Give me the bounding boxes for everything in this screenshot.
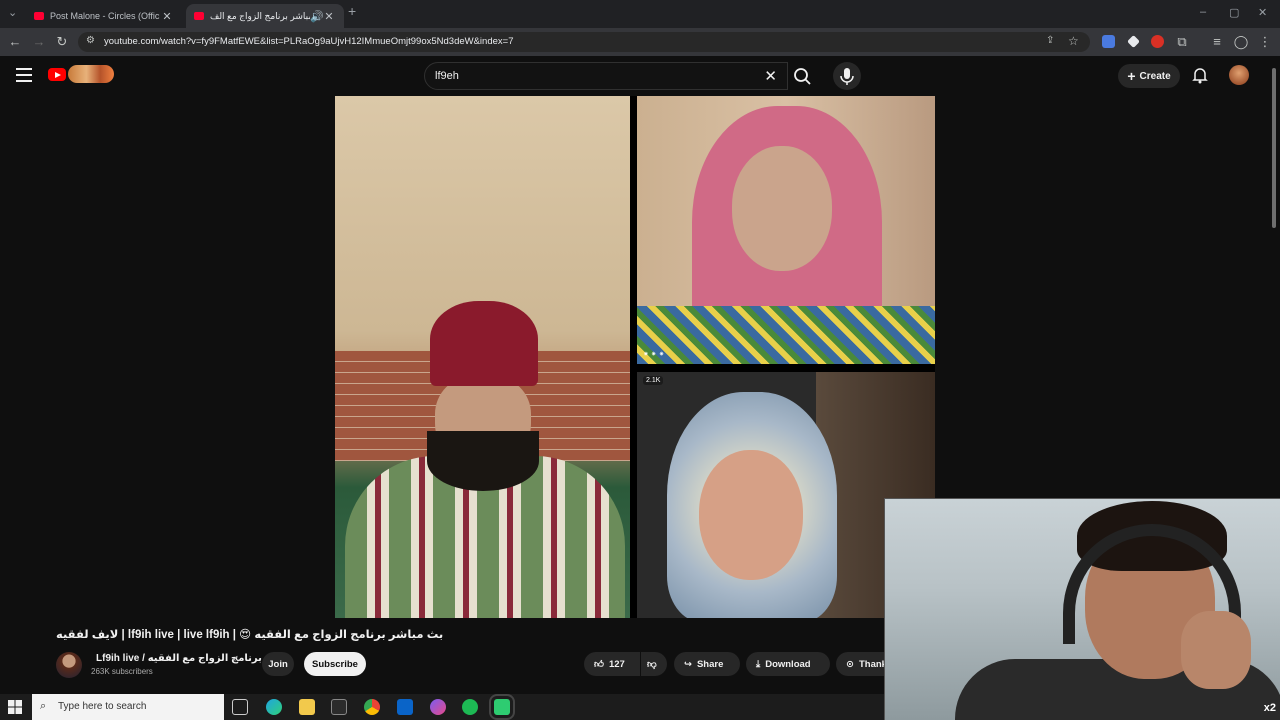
url-text[interactable]: youtube.com/watch?v=fy9FMatfEWE&list=PLR… [104, 36, 513, 47]
hamburger-menu-icon[interactable] [16, 68, 32, 82]
windows-start-icon[interactable] [8, 700, 22, 714]
minimize-window-button[interactable]: – [1200, 6, 1206, 18]
page-scrollbar[interactable] [1270, 60, 1278, 500]
taskbar-search-input[interactable]: ⌕ Type here to search [32, 694, 224, 720]
guest-handle-text: ‎⁕ ⁕ ⁕ [643, 351, 665, 358]
thumbs-up-icon: 👍︎ [594, 659, 604, 670]
browser-tab-post-malone[interactable]: Post Malone - Circles (Official M ✕ [26, 4, 182, 28]
thanks-label: Thank [858, 658, 884, 670]
active-app-icon[interactable] [489, 694, 515, 720]
translate-extension-icon[interactable] [1102, 35, 1115, 48]
guest-face [699, 450, 803, 580]
extensions-puzzle-icon[interactable]: ⧉ [1173, 33, 1191, 51]
spotify-icon[interactable] [462, 699, 478, 715]
host-fez-hat [430, 301, 538, 386]
search-icon [794, 68, 811, 85]
youtube-favicon-icon [194, 12, 204, 20]
video-panel-guest-top: ‎⁕ ⁕ ⁕ [637, 96, 935, 364]
create-label: Create [1139, 70, 1171, 82]
scrollbar-thumb[interactable] [1272, 68, 1276, 228]
video-panel-host [335, 96, 630, 618]
verified-badge-icon: ✔ [232, 654, 239, 663]
thumbs-down-icon: 👎︎ [647, 659, 657, 670]
forward-icon[interactable]: → [30, 33, 48, 51]
share-label: Share [696, 658, 724, 670]
youtube-logo-icon[interactable] [48, 68, 66, 81]
search-button[interactable] [788, 62, 816, 90]
close-window-button[interactable]: ✕ [1258, 6, 1267, 19]
file-explorer-icon[interactable] [299, 699, 315, 715]
media-control-icon[interactable]: ≡ [1208, 33, 1226, 51]
browser-toolbar: ← → ↻ ⚙ youtube.com/watch?v=fy9FMatfEWE&… [0, 28, 1280, 56]
windows-taskbar: ⌕ Type here to search [0, 694, 884, 720]
store-icon[interactable] [331, 699, 347, 715]
outlook-icon[interactable] [397, 699, 413, 715]
audio-playing-icon[interactable]: 🔊 [310, 10, 324, 23]
bookmark-star-icon[interactable]: ☆ [1068, 34, 1079, 48]
search-query-text[interactable]: lf9eh [435, 70, 459, 82]
extension-red-icon[interactable] [1151, 35, 1164, 48]
browser-menu-icon[interactable]: ⋮ [1256, 33, 1274, 51]
taskbar-search-placeholder: Type here to search [58, 701, 147, 712]
task-view-icon[interactable] [232, 699, 248, 715]
tab-search-icon[interactable]: ⌄ [8, 6, 17, 19]
app-icon[interactable] [430, 699, 446, 715]
streamer-webcam-overlay: x2 [884, 498, 1280, 720]
tab-title: بث مباشر برنامج الزواج مع الف [210, 10, 310, 21]
edge-browser-icon[interactable] [266, 699, 282, 715]
playback-speed-label: x2 [1263, 702, 1276, 714]
download-label: Download [765, 658, 811, 670]
youtube-doodle-logo[interactable] [68, 65, 114, 83]
guest-face [732, 146, 832, 271]
youtube-header: lf9eh ✕ + Create [0, 56, 1280, 96]
browser-tab-strip: ⌄ Post Malone - Circles (Official M ✕ بث… [0, 0, 1280, 28]
download-button[interactable]: ⤓ Download [746, 652, 830, 676]
search-input[interactable]: lf9eh ✕ [424, 62, 788, 90]
plus-icon: + [1127, 68, 1136, 84]
youtube-favicon-icon [34, 12, 44, 20]
search-icon: ⌕ [40, 700, 47, 712]
close-tab-icon[interactable]: ✕ [160, 10, 174, 23]
profile-icon[interactable]: ◯ [1232, 33, 1250, 51]
clear-search-icon[interactable]: ✕ [764, 67, 777, 85]
host-beard [427, 431, 539, 491]
share-arrow-icon: ↪ [684, 658, 692, 670]
install-app-icon[interactable]: ⇪ [1046, 35, 1054, 46]
subscriber-count: 263K subscribers [91, 667, 153, 676]
back-icon[interactable]: ← [6, 33, 24, 51]
voice-search-button[interactable] [833, 62, 861, 90]
like-count: 127 [608, 658, 625, 670]
reload-icon[interactable]: ↻ [53, 33, 71, 51]
new-tab-button[interactable]: + [348, 3, 356, 19]
site-info-icon[interactable]: ⚙ [86, 35, 95, 46]
video-player[interactable]: ‎⁕ ⁕ ⁕ 2.1K [335, 96, 935, 618]
channel-avatar[interactable] [56, 652, 82, 678]
live-viewers-badge: 2.1K [643, 376, 664, 385]
chrome-icon[interactable] [364, 699, 380, 715]
create-button[interactable]: + Create [1118, 64, 1180, 88]
dislike-button[interactable]: 👎︎ [641, 652, 667, 676]
join-button[interactable]: Join [262, 652, 294, 676]
address-bar[interactable]: ⚙ youtube.com/watch?v=fy9FMatfEWE&list=P… [78, 32, 1090, 52]
streamer-hand [1181, 611, 1251, 689]
thanks-button[interactable]: ⊙ Thank [836, 652, 884, 676]
notifications-bell-icon[interactable] [1191, 66, 1209, 84]
account-avatar[interactable] [1229, 65, 1249, 85]
thanks-icon: ⊙ [846, 658, 854, 670]
share-button[interactable]: ↪ Share [674, 652, 740, 676]
video-title: لايف لفقيه | lf9ih live | live lf9ih | 😍… [56, 629, 444, 641]
extension-diamond-icon[interactable] [1127, 35, 1140, 48]
subscribe-button[interactable]: Subscribe [304, 652, 366, 676]
tab-title: Post Malone - Circles (Official M [50, 11, 160, 21]
browser-tab-active-video[interactable]: بث مباشر برنامج الزواج مع الف 🔊 ✕ [186, 4, 344, 28]
close-tab-icon[interactable]: ✕ [322, 10, 336, 23]
microphone-icon [840, 68, 854, 85]
download-icon: ⤓ [756, 658, 761, 670]
guest-floral-clothing [637, 306, 935, 364]
like-button[interactable]: 👍︎ 127 [584, 652, 640, 676]
maximize-window-button[interactable]: ▢ [1229, 6, 1239, 19]
